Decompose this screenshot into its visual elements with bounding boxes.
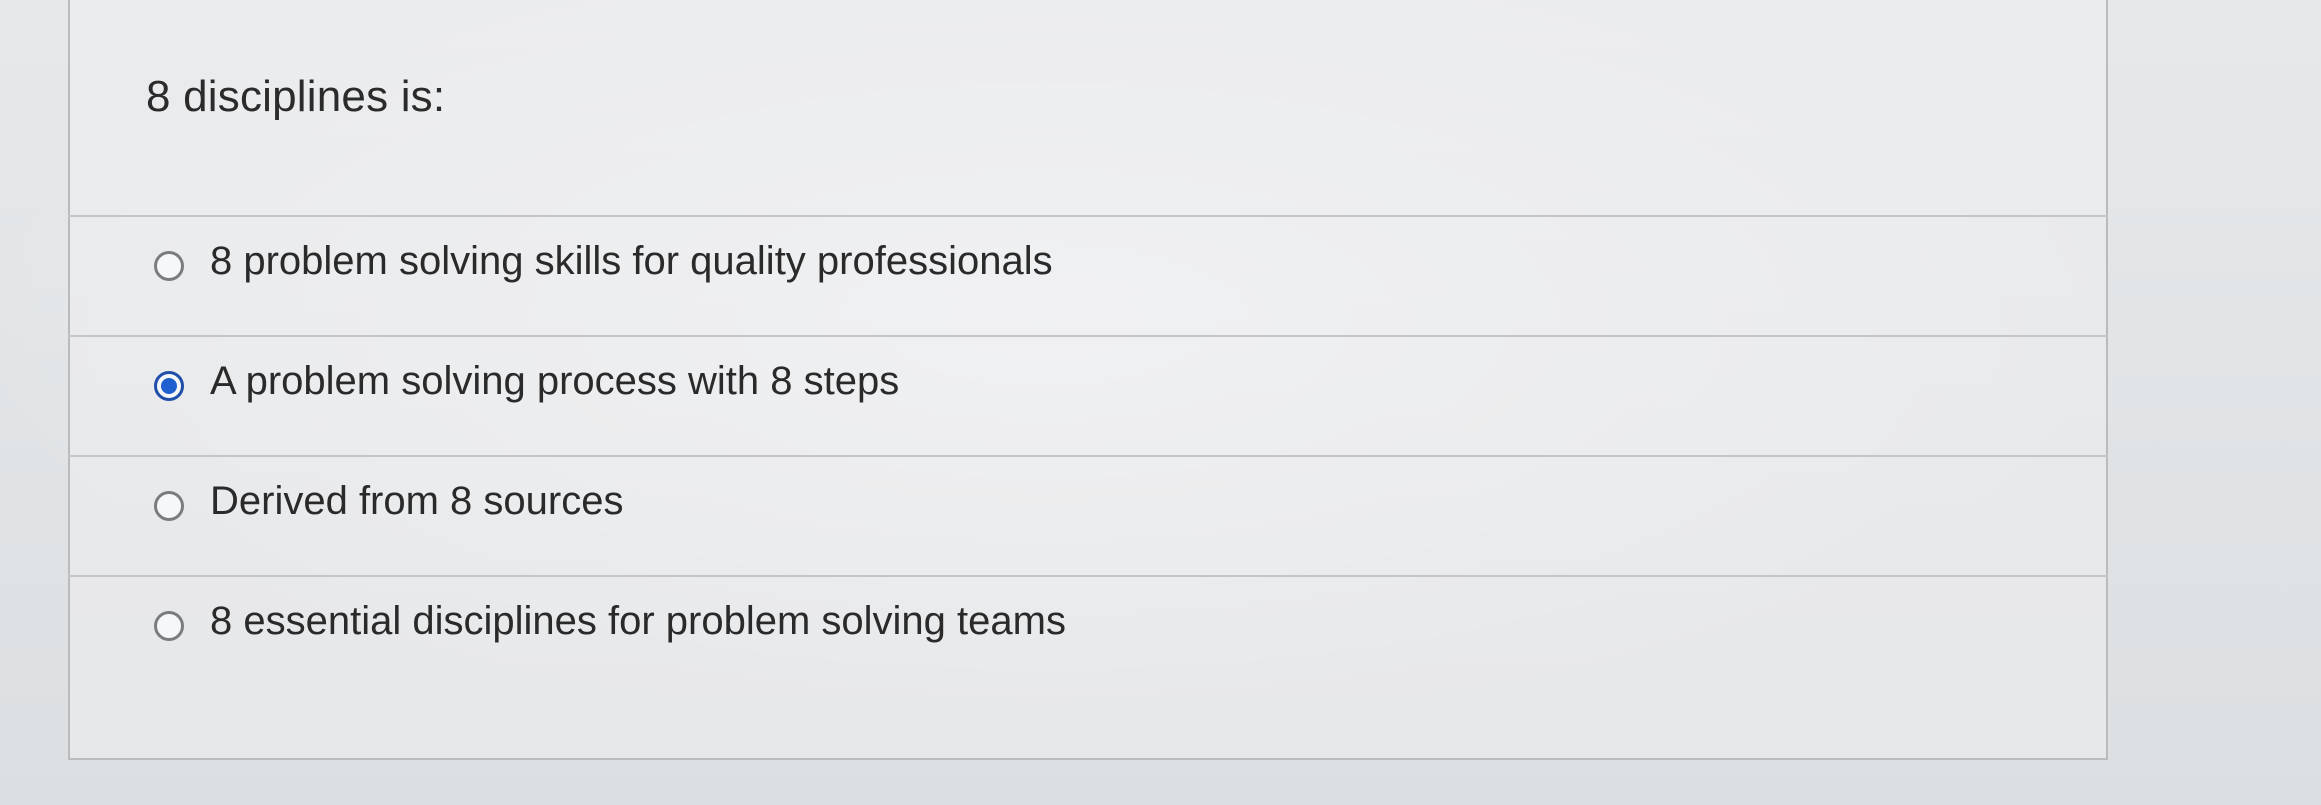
radio-button-3[interactable] xyxy=(154,491,184,521)
answer-label-3[interactable]: Derived from 8 sources xyxy=(210,479,623,524)
answer-option-4[interactable]: 8 essential disciplines for problem solv… xyxy=(68,575,2108,695)
radio-button-2[interactable] xyxy=(154,371,184,401)
radio-button-1[interactable] xyxy=(154,251,184,281)
answer-option-3[interactable]: Derived from 8 sources xyxy=(68,455,2108,575)
answer-list: 8 problem solving skills for quality pro… xyxy=(68,215,2108,695)
answer-label-1[interactable]: 8 problem solving skills for quality pro… xyxy=(210,239,1053,284)
question-text: 8 disciplines is: xyxy=(146,72,446,121)
answer-option-2[interactable]: A problem solving process with 8 steps xyxy=(68,335,2108,455)
radio-button-4[interactable] xyxy=(154,611,184,641)
answer-option-1[interactable]: 8 problem solving skills for quality pro… xyxy=(68,215,2108,335)
answer-label-4[interactable]: 8 essential disciplines for problem solv… xyxy=(210,599,1066,644)
answer-label-2[interactable]: A problem solving process with 8 steps xyxy=(210,359,899,404)
